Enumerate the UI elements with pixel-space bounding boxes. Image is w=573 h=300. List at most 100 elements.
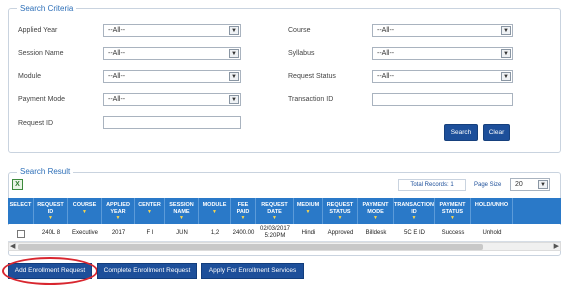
request-status-value: --All--	[377, 73, 395, 80]
table-cell: 5C E ID	[403, 230, 425, 236]
scroll-right-icon[interactable]: ▶	[554, 242, 559, 250]
table-cell: F I	[146, 230, 154, 236]
column-header-label: SESSION NAME	[169, 202, 194, 215]
column-header[interactable]: PAYMENT MODE ▼	[358, 198, 394, 224]
sort-icon[interactable]: ▼	[294, 209, 322, 215]
column-header-label: REQUEST STATUS	[326, 202, 354, 215]
module-value: --All--	[108, 73, 126, 80]
chevron-down-icon[interactable]: ▼	[501, 49, 511, 58]
column-header[interactable]: REQUEST STATUS ▼	[323, 198, 358, 224]
table-cell: 240L 8	[41, 230, 61, 236]
column-header[interactable]: REQUEST ID ▼	[34, 198, 68, 224]
payment-mode-label: Payment Mode	[18, 96, 66, 103]
sort-icon[interactable]: ▼	[231, 215, 255, 221]
transaction-id-label: Transaction ID	[288, 96, 334, 103]
sort-icon[interactable]: ▼	[135, 209, 164, 215]
search-criteria-legend: Search Criteria	[17, 4, 77, 13]
column-header[interactable]: REQUEST DATE ▼	[256, 198, 294, 224]
column-header[interactable]: SESSION NAME ▼	[165, 198, 199, 224]
course-select[interactable]: --All-- ▼	[372, 24, 513, 37]
column-header[interactable]: APPLIED YEAR ▼	[102, 198, 135, 224]
sort-icon[interactable]: ▼	[394, 215, 434, 221]
column-header-label: FEE PAID	[236, 202, 250, 215]
column-header-label: COURSE	[72, 202, 97, 208]
request-status-label: Request Status	[288, 73, 336, 80]
excel-export-icon[interactable]: X	[12, 179, 23, 190]
sort-icon[interactable]: ▼	[68, 209, 101, 215]
search-result-legend: Search Result	[17, 167, 74, 176]
table-row[interactable]: 240L 8 Executive 2017 F I JUN 1,2 2400.00 02/03…	[8, 225, 561, 242]
sort-icon[interactable]: ▼	[323, 215, 357, 221]
payment-mode-value: --All--	[108, 96, 126, 103]
column-header[interactable]: PAYMENT STATUS ▼	[435, 198, 471, 224]
transaction-id-input[interactable]	[372, 93, 513, 106]
sort-icon[interactable]: ▼	[256, 215, 293, 221]
applied-year-label: Applied Year	[18, 27, 58, 34]
sort-icon[interactable]: ▼	[102, 215, 134, 221]
sort-icon[interactable]: ▼	[34, 215, 67, 221]
column-header-label: MODULE	[202, 202, 227, 208]
chevron-down-icon[interactable]: ▼	[538, 180, 548, 189]
sort-icon[interactable]: ▼	[199, 209, 230, 215]
table-cell: Unhold	[482, 230, 502, 236]
syllabus-select[interactable]: --All-- ▼	[372, 47, 513, 60]
column-header-label: PAYMENT STATUS	[439, 202, 466, 215]
payment-mode-select[interactable]: --All-- ▼	[103, 93, 241, 106]
table-cell: 02/03/2017 5:20PM	[259, 226, 291, 239]
clear-button[interactable]: Clear	[483, 124, 510, 141]
applied-year-select[interactable]: --All-- ▼	[103, 24, 241, 37]
module-select[interactable]: --All-- ▼	[103, 70, 241, 83]
sort-icon[interactable]: ▼	[358, 215, 393, 221]
page-size-label: Page Size	[474, 182, 502, 188]
column-header-label: MEDIUM	[296, 202, 320, 208]
column-header-label: CENTER	[138, 202, 161, 208]
column-header[interactable]: MEDIUM ▼	[294, 198, 323, 224]
page-size-value: 20	[515, 181, 523, 188]
scrollbar-thumb[interactable]	[18, 244, 483, 250]
chevron-down-icon[interactable]: ▼	[229, 95, 239, 104]
course-label: Course	[288, 27, 311, 34]
table-cell: Success	[441, 230, 465, 236]
request-id-input[interactable]	[103, 116, 241, 129]
column-header: SELECT	[8, 198, 34, 224]
search-button[interactable]: Search	[444, 124, 478, 141]
column-header-label: HOLD/UNHO	[474, 202, 509, 208]
sort-icon[interactable]: ▼	[165, 215, 198, 221]
syllabus-value: --All--	[377, 50, 395, 57]
chevron-down-icon[interactable]: ▼	[229, 26, 239, 35]
column-header[interactable]: TRANSACTION ID ▼	[394, 198, 435, 224]
column-header[interactable]: FEE PAID ▼	[231, 198, 256, 224]
complete-enrollment-request-button[interactable]: Complete Enrollment Request	[97, 263, 197, 279]
column-header[interactable]: MODULE ▼	[199, 198, 231, 224]
course-value: --All--	[377, 27, 395, 34]
session-name-select[interactable]: --All-- ▼	[103, 47, 241, 60]
column-header[interactable]: COURSE ▼	[68, 198, 102, 224]
request-status-select[interactable]: --All-- ▼	[372, 70, 513, 83]
table-cell: 1,2	[210, 230, 220, 236]
apply-enrollment-services-button[interactable]: Apply For Enrollment Services	[201, 263, 304, 279]
total-records-badge: Total Records: 1	[398, 179, 466, 191]
table-cell: 2017	[111, 230, 126, 236]
chevron-down-icon[interactable]: ▼	[501, 72, 511, 81]
horizontal-scrollbar[interactable]: ◀ ▶	[8, 242, 561, 251]
chevron-down-icon[interactable]: ▼	[229, 72, 239, 81]
column-header-label: REQUEST ID	[37, 202, 64, 215]
row-select-checkbox[interactable]	[17, 230, 25, 238]
module-label: Module	[18, 73, 41, 80]
sort-icon[interactable]: ▼	[435, 215, 470, 221]
column-header: HOLD/UNHO	[471, 198, 513, 224]
column-header-label: SELECT	[9, 202, 32, 208]
chevron-down-icon[interactable]: ▼	[501, 26, 511, 35]
applied-year-value: --All--	[108, 27, 126, 34]
column-header[interactable]: CENTER ▼	[135, 198, 165, 224]
results-table-header: SELECT REQUEST ID ▼ COURSE ▼ APPLIED YEAR ▼ CEN…	[8, 198, 561, 224]
page-size-select[interactable]: 20 ▼	[510, 178, 550, 191]
chevron-down-icon[interactable]: ▼	[229, 49, 239, 58]
table-cell: 2400.00	[232, 230, 255, 236]
column-header-label: PAYMENT MODE	[362, 202, 389, 215]
table-cell: Billdesk	[365, 230, 387, 236]
table-cell: Executive	[71, 230, 98, 236]
column-header-label: REQUEST DATE	[261, 202, 288, 215]
scroll-left-icon[interactable]: ◀	[10, 242, 15, 250]
table-cell: Approved	[327, 230, 354, 236]
